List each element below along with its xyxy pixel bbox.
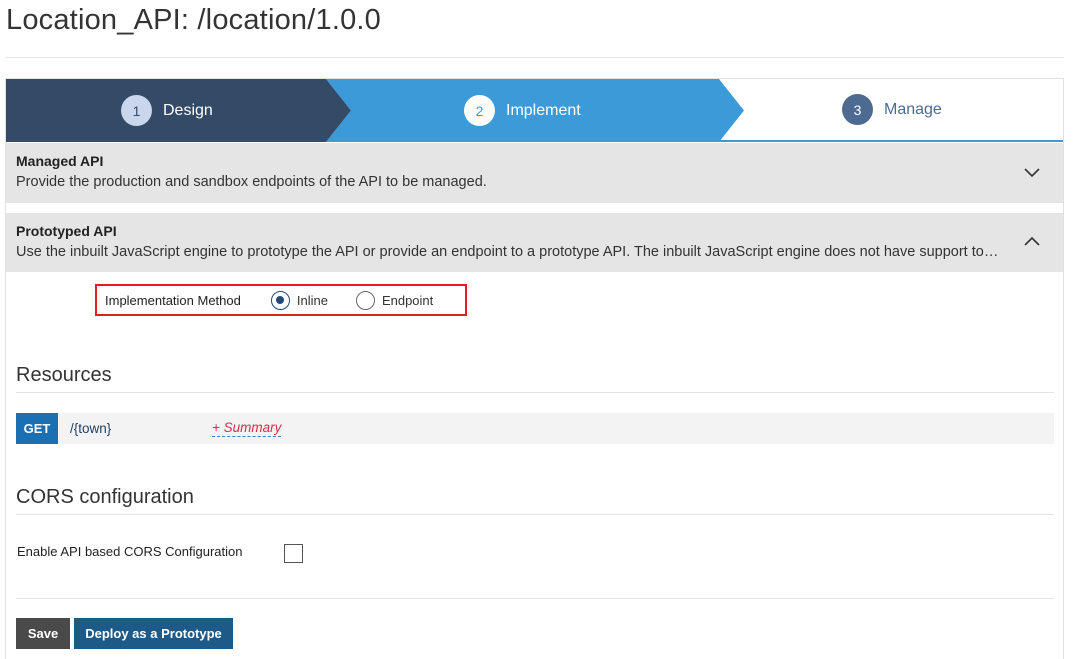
resource-row[interactable]: GET /{town} + Summary — [16, 413, 1054, 444]
add-summary-link[interactable]: + Summary — [212, 420, 282, 437]
radio-endpoint-label: Endpoint — [381, 292, 434, 308]
step-design-label: Design — [163, 101, 213, 119]
title-divider — [6, 57, 1064, 58]
step-manage[interactable]: 3 Manage — [719, 79, 1063, 142]
resources-divider — [16, 392, 1054, 393]
deploy-prototype-button[interactable]: Deploy as a Prototype — [74, 618, 233, 649]
method-badge-get[interactable]: GET — [16, 413, 58, 444]
cors-enable-label: Enable API based CORS Configuration — [17, 544, 243, 559]
radio-inline[interactable]: Inline — [270, 290, 328, 310]
managed-api-title: Managed API — [16, 153, 104, 169]
cors-heading: CORS configuration — [16, 486, 194, 508]
radio-endpoint-circle[interactable] — [355, 290, 375, 310]
page-title: Location_API: /location/1.0.0 — [6, 4, 381, 36]
actions-divider — [16, 598, 1054, 599]
implementation-method-group: Implementation Method Inline Endpoint — [95, 284, 467, 316]
cors-enable-checkbox[interactable] — [284, 544, 303, 563]
radio-inline-circle[interactable] — [270, 290, 290, 310]
chevron-up-icon[interactable] — [1023, 233, 1041, 251]
step-manage-label: Manage — [884, 100, 942, 118]
step-design[interactable]: 1 Design — [6, 79, 351, 142]
step-design-number: 1 — [121, 95, 152, 126]
managed-api-description: Provide the production and sandbox endpo… — [16, 174, 487, 190]
save-button[interactable]: Save — [16, 618, 70, 649]
step-implement-label: Implement — [506, 101, 581, 119]
prototyped-api-title: Prototyped API — [16, 223, 117, 239]
radio-endpoint[interactable]: Endpoint — [355, 290, 434, 310]
prototyped-api-panel-header[interactable]: Prototyped API Use the inbuilt JavaScrip… — [6, 213, 1063, 272]
implementation-method-label: Implementation Method — [105, 292, 241, 308]
step-manage-number: 3 — [842, 94, 873, 125]
step-implement[interactable]: 2 Implement — [326, 79, 744, 142]
prototyped-api-description: Use the inbuilt JavaScript engine to pro… — [16, 244, 1001, 260]
step-implement-number: 2 — [464, 95, 495, 126]
managed-api-panel-header[interactable]: Managed API Provide the production and s… — [6, 143, 1063, 203]
resources-heading: Resources — [16, 364, 112, 386]
chevron-down-icon[interactable] — [1023, 163, 1041, 181]
cors-divider — [16, 514, 1054, 515]
radio-inline-label: Inline — [296, 292, 328, 308]
wizard-steps: 1 Design 2 Implement 3 Manage — [6, 79, 1063, 142]
resource-path: /{town} — [70, 421, 112, 436]
